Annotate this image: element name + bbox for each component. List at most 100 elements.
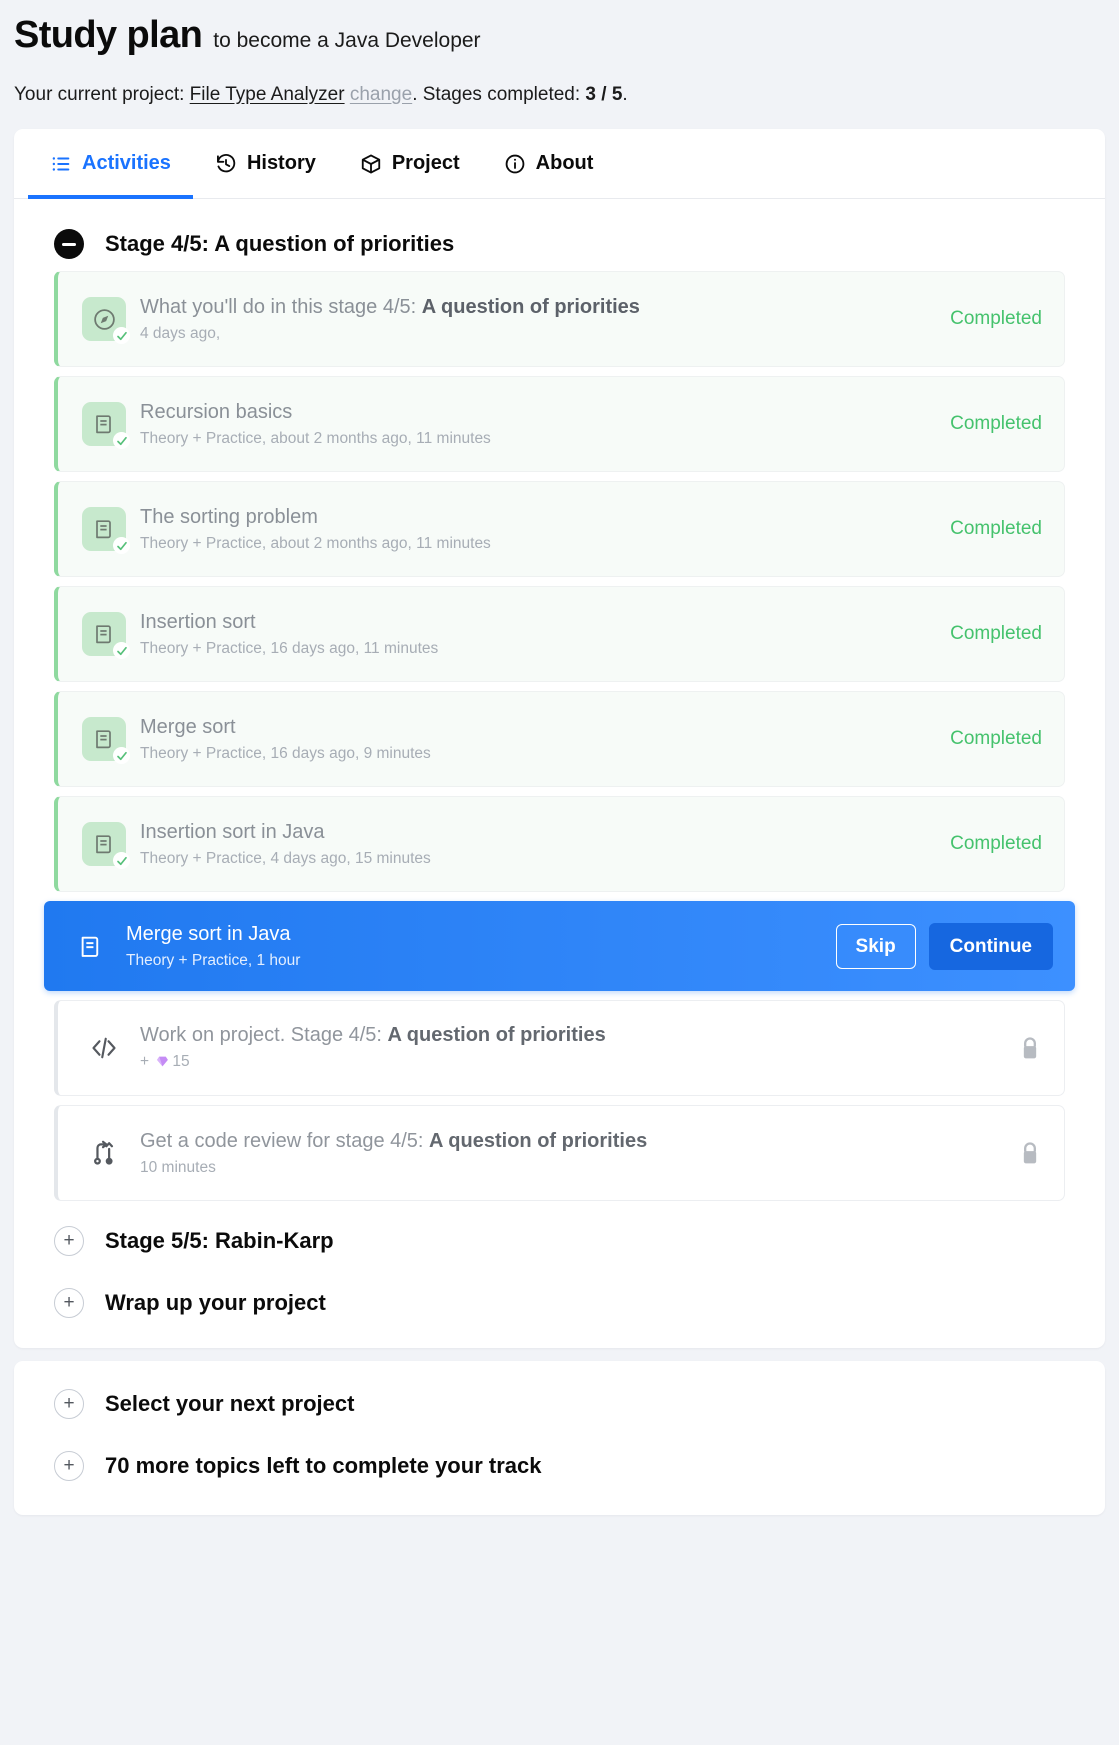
expand-toggle-icon[interactable]: + [54,1389,84,1420]
locked-activity-text: Get a code review for stage 4/5: A quest… [136,1128,1002,1179]
page-title-sub: to become a Java Developer [213,29,481,52]
locked-activity-subtitle: 10 minutes [140,1158,216,1176]
activity-row[interactable]: The sorting problem Theory + Practice, a… [54,481,1065,578]
locked-activity-row[interactable]: Work on project. Stage 4/5: A question o… [54,1000,1065,1097]
tab-bar: Activities History Project About [14,129,1105,200]
stage-header-4[interactable]: Stage 4/5: A question of priorities [14,199,1105,271]
activity-subtitle: Theory + Practice, about 2 months ago, 1… [140,534,491,552]
activity-row[interactable]: Insertion sort in Java Theory + Practice… [54,796,1065,893]
info-icon [504,153,526,175]
current-activity-subtitle: Theory + Practice, 1 hour [126,951,301,969]
list-icon [50,153,72,175]
continue-button[interactable]: Continue [928,922,1053,970]
select-next-project-label: Select your next project [105,1391,355,1417]
book-icon [82,402,130,450]
locked-activity-title: Get a code review for stage 4/5: A quest… [140,1128,1002,1155]
current-project-link[interactable]: File Type Analyzer [190,84,345,105]
activity-subtitle: Theory + Practice, 4 days ago, 15 minute… [140,849,431,867]
activity-subtitle: Theory + Practice, 16 days ago, 9 minute… [140,744,431,762]
page-title: Study plan to become a Java Developer [14,10,1105,58]
reward-prefix: + [140,1052,154,1070]
more-topics-label: 70 more topics left to complete your tra… [105,1453,542,1479]
activity-icon-wrap [72,612,136,660]
activity-text: Insertion sort in Java Theory + Practice… [136,819,934,870]
activity-title: What you'll do in this stage 4/5: A ques… [140,294,934,321]
skip-button[interactable]: Skip [835,923,916,969]
page-header: Study plan to become a Java Developer Yo… [0,0,1119,107]
locked-activity-row[interactable]: Get a code review for stage 4/5: A quest… [54,1105,1065,1202]
activity-title: Merge sort [140,715,236,738]
locked-activity-title: Work on project. Stage 4/5: A question o… [140,1022,1002,1049]
status-badge: Completed [950,623,1042,645]
study-plan-card: Activities History Project About Stage 4… [14,129,1105,1349]
more-topics-row[interactable]: + 70 more topics left to complete your t… [14,1435,1105,1497]
current-activity-row[interactable]: Merge sort in Java Theory + Practice, 1 … [44,901,1075,992]
tab-about-label: About [535,152,594,175]
activity-subtitle: Theory + Practice, 16 days ago, 11 minut… [140,639,439,657]
status-badge: Completed [950,413,1042,435]
check-icon [113,747,130,765]
locked-activity-subtitle: + 15 [140,1052,1002,1075]
book-icon [82,612,130,660]
locked-activity-title-bold: A question of priorities [429,1129,648,1152]
current-activity-actions: Skip Continue [820,922,1053,970]
check-icon [113,432,130,450]
stages-completed-prefix: . Stages completed: [412,83,586,105]
activity-icon-wrap [72,1026,136,1070]
tab-about[interactable]: About [482,129,616,198]
tab-project-label: Project [391,152,460,175]
locked-activity-title-bold: A question of priorities [387,1023,606,1046]
status-badge: Completed [950,728,1042,750]
activity-subtitle: Theory + Practice, about 2 months ago, 1… [140,429,491,447]
branch-icon [82,1131,126,1175]
activity-row[interactable]: Merge sort Theory + Practice, 16 days ag… [54,691,1065,788]
collapsed-stage-5[interactable]: + Stage 5/5: Rabin-Karp [14,1210,1105,1272]
activity-title-bold: A question of priorities [421,295,640,318]
activity-icon-wrap [58,924,122,968]
book-icon [82,717,130,765]
current-activity-title: Merge sort in Java [126,922,291,945]
expand-toggle-icon[interactable]: + [54,1226,84,1257]
collapsed-wrap-up[interactable]: + Wrap up your project [14,1272,1105,1334]
collapsed-stage-label: Wrap up your project [105,1290,326,1316]
status-badge: Completed [950,518,1042,540]
book-icon [68,924,112,968]
tab-history-label: History [246,152,316,175]
activity-icon-wrap [72,822,136,870]
activity-title: Insertion sort in Java [140,820,325,843]
history-icon [215,153,237,175]
activity-icon-wrap [72,507,136,555]
book-icon [82,507,130,555]
activity-row[interactable]: Insertion sort Theory + Practice, 16 day… [54,586,1065,683]
collapsed-stage-label: Stage 5/5: Rabin-Karp [105,1228,334,1254]
activity-title: Recursion basics [140,400,293,423]
status-badge: Completed [950,833,1042,855]
locked-activity-title-plain: Work on project. Stage 4/5: [140,1023,388,1046]
activity-text: Recursion basics Theory + Practice, abou… [136,399,934,450]
select-next-project-row[interactable]: + Select your next project [14,1373,1105,1435]
status-badge: Completed [950,308,1042,330]
activity-text: The sorting problem Theory + Practice, a… [136,504,934,555]
tab-project[interactable]: Project [338,129,482,198]
change-project-link[interactable]: change [350,84,412,105]
tab-activities[interactable]: Activities [28,129,193,200]
gem-icon [156,1054,169,1075]
activity-title: The sorting problem [140,505,318,528]
activity-title-plain: What you'll do in this stage 4/5: [140,295,422,318]
check-icon [113,642,130,660]
lock-icon [1002,1140,1042,1167]
activity-row[interactable]: What you'll do in this stage 4/5: A ques… [54,271,1065,368]
locked-activity-title-plain: Get a code review for stage 4/5: [140,1129,430,1152]
lock-icon [1002,1035,1042,1062]
activity-icon-wrap [72,1131,136,1175]
stages-completed-value: 3 / 5 [585,83,623,105]
activity-row[interactable]: Recursion basics Theory + Practice, abou… [54,376,1065,473]
check-icon [113,327,130,345]
collapse-toggle-icon[interactable] [54,229,84,260]
activity-icon-wrap [72,717,136,765]
activity-text: What you'll do in this stage 4/5: A ques… [136,294,934,345]
expand-toggle-icon[interactable]: + [54,1451,84,1482]
expand-toggle-icon[interactable]: + [54,1288,84,1319]
tab-history[interactable]: History [193,129,338,198]
tab-activities-label: Activities [82,152,171,175]
